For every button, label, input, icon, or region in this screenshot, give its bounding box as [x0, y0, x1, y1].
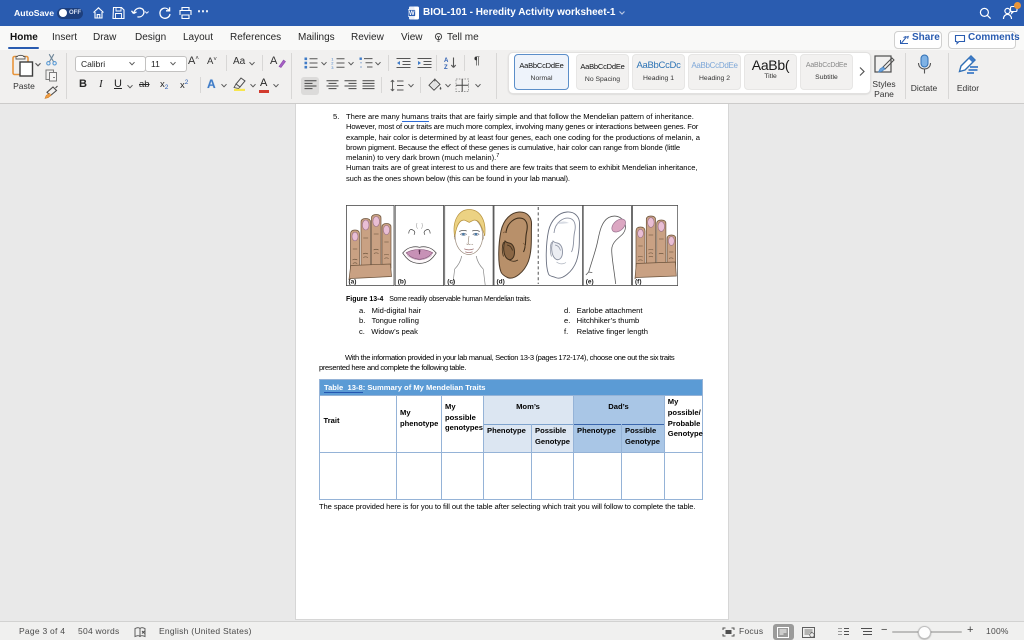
svg-text:(d): (d) — [497, 279, 505, 286]
svg-text:(b): (b) — [398, 279, 406, 286]
svg-text:A: A — [444, 58, 449, 64]
svg-text:(f): (f) — [635, 279, 642, 286]
svg-text:W: W — [409, 11, 415, 17]
svg-text:(a): (a) — [349, 279, 357, 286]
svg-text:(e): (e) — [586, 279, 594, 286]
svg-text:3: 3 — [331, 65, 334, 69]
svg-text:Z: Z — [444, 65, 448, 70]
svg-text:(c): (c) — [447, 279, 455, 286]
